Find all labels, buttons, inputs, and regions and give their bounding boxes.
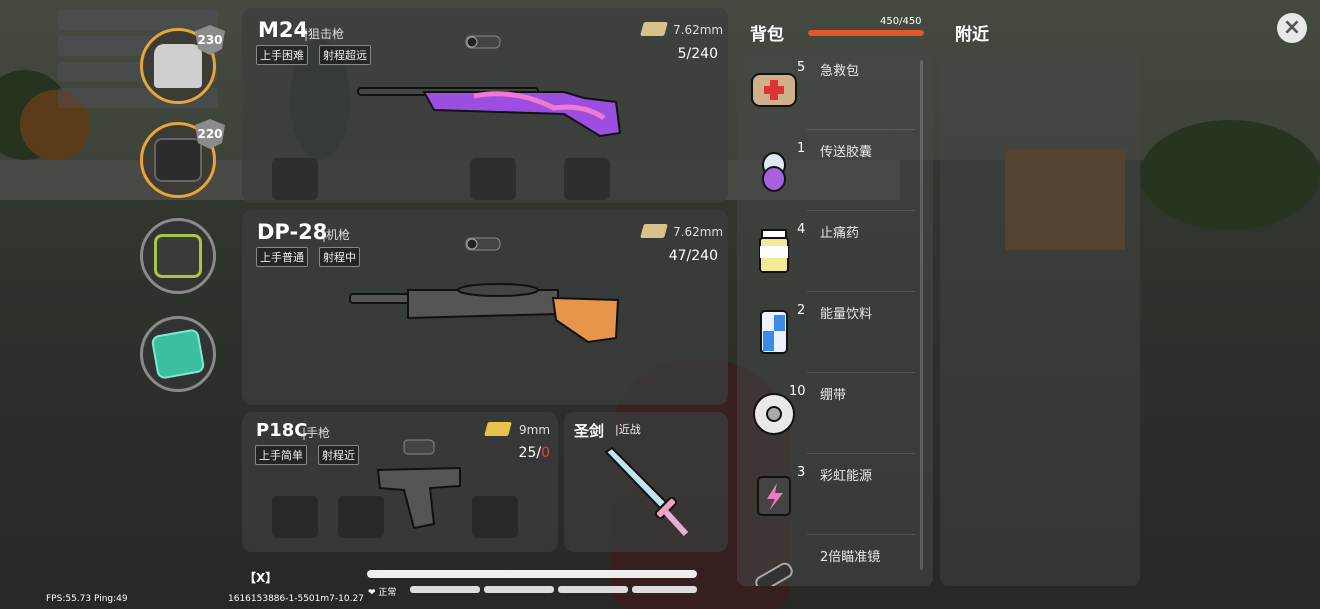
backpack-slot[interactable]: [140, 218, 216, 294]
ammo-count: 47/240: [668, 248, 718, 264]
helmet-slot[interactable]: 230: [140, 25, 225, 104]
ammo-count: 25/0: [518, 445, 550, 461]
item-qty: 3: [797, 465, 806, 480]
item-name: 能量饮料: [820, 307, 873, 322]
energy-segment: [484, 586, 554, 593]
coords-readout: 1616153886-1-5501m7-10.27: [228, 594, 364, 604]
mag-slot[interactable]: [472, 496, 518, 538]
close-icon[interactable]: ×: [1277, 13, 1307, 43]
weapon-name: 圣剑: [574, 422, 605, 440]
grip-slot[interactable]: [338, 496, 384, 538]
weapon-type: |近战: [615, 423, 641, 436]
item-qty: 2: [797, 303, 806, 318]
item-name: 2倍瞄准镜: [820, 550, 881, 565]
item-name: 绷带: [820, 388, 847, 403]
backpack-icon: [154, 234, 202, 278]
item-qty: 1: [797, 141, 806, 156]
scope-2x-icon: [755, 562, 793, 586]
item-qty: 5: [797, 60, 806, 75]
ammo-type: 7.62mm: [673, 23, 724, 37]
skill-card-slot[interactable]: [140, 316, 216, 392]
backpack-item[interactable]: 4 止痛药: [737, 212, 923, 292]
backpack-item[interactable]: 1 传送胶囊: [737, 131, 923, 211]
range-tag: 射程中: [319, 247, 360, 267]
backpack-scrollbar[interactable]: [920, 60, 923, 570]
range-tag: 射程近: [318, 445, 359, 465]
backpack-item[interactable]: 2倍瞄准镜: [737, 536, 923, 586]
muzzle-slot[interactable]: [272, 496, 318, 538]
weapon-type: |手枪: [302, 426, 331, 440]
painkiller-icon: [759, 229, 789, 273]
helmet-icon: [154, 44, 202, 88]
dp28-machinegun-icon: [349, 283, 620, 344]
item-name: 急救包: [820, 64, 860, 79]
item-name: 传送胶囊: [820, 145, 873, 160]
weapon-name: DP-28: [257, 220, 328, 244]
item-qty: 10: [789, 384, 806, 399]
nearby-list[interactable]: [940, 50, 1140, 586]
card-icon: [150, 328, 206, 380]
scope-attachment-icon[interactable]: [462, 26, 506, 56]
teleport-capsule-icon: [762, 152, 786, 192]
ammo-icon: [484, 422, 512, 436]
ammo-type: 9mm: [519, 423, 551, 437]
weapon-slot-primary[interactable]: M24 |狙击枪 上手困难 射程超远 7.62mm 5/240: [242, 8, 728, 203]
item-name: 彩虹能源: [820, 469, 873, 484]
rainbow-fuel-icon: [757, 476, 791, 516]
ammo-icon: [640, 22, 668, 36]
first-aid-kit-icon: [751, 73, 797, 107]
energy-segment: [410, 586, 480, 593]
backpack-list[interactable]: 5 急救包 1 传送胶囊 4 止痛药 2 能量饮料 10 绷带 3 彩虹能源 2…: [737, 50, 933, 586]
handling-tag: 上手普通: [256, 247, 308, 267]
backpack-item[interactable]: 2 能量饮料: [737, 293, 923, 373]
weapon-slot-pistol[interactable]: P18C |手枪 上手简单 射程近 9mm 25/0: [242, 412, 558, 552]
ammo-count: 5/240: [677, 46, 718, 62]
health-bar: [367, 570, 697, 578]
vest-slot[interactable]: 220: [140, 119, 225, 198]
energy-segment: [558, 586, 628, 593]
range-tag: 射程超远: [319, 45, 371, 65]
nearby-title: 附近: [955, 25, 989, 45]
weapon-slot-secondary[interactable]: DP-28 |机枪 上手普通 射程中 7.62mm 47/240: [242, 210, 728, 405]
key-hint: 【X】: [244, 571, 278, 585]
handling-tag: 上手困难: [256, 45, 308, 65]
item-qty: 4: [797, 222, 806, 237]
capacity-bar: [808, 30, 924, 36]
energy-drink-icon: [760, 310, 788, 354]
item-name: 止痛药: [820, 226, 860, 241]
red-dot-attachment-icon[interactable]: [398, 432, 442, 462]
muzzle-slot[interactable]: [272, 158, 318, 200]
backpack-item[interactable]: 3 彩虹能源: [737, 455, 923, 535]
backpack-item[interactable]: 5 急救包: [737, 50, 923, 130]
holy-sword-icon: [604, 446, 689, 537]
weapon-name: P18C: [256, 420, 308, 441]
grip-slot[interactable]: [470, 158, 516, 200]
vest-icon: [154, 138, 202, 182]
capacity-text: 450/450: [880, 16, 922, 27]
ammo-type: 7.62mm: [673, 225, 724, 239]
weapon-type: |机枪: [322, 228, 351, 242]
fps-readout: FPS:55.73 Ping:49: [46, 594, 128, 604]
weapon-slot-melee[interactable]: 圣剑 |近战: [564, 412, 728, 552]
scope-attachment-icon[interactable]: [462, 228, 506, 258]
backpack-item[interactable]: 10 绷带: [737, 374, 923, 454]
weapon-name: M24: [258, 18, 309, 42]
status-label: ❤ 正常: [368, 588, 397, 598]
weapon-type: |狙击枪: [304, 27, 345, 41]
handling-tag: 上手简单: [255, 445, 307, 465]
mag-slot[interactable]: [564, 158, 610, 200]
m24-rifle-icon: [357, 87, 622, 138]
pistol-icon: [376, 466, 461, 530]
ammo-icon: [640, 224, 668, 238]
backpack-title: 背包: [750, 25, 784, 45]
energy-segment: [632, 586, 697, 593]
